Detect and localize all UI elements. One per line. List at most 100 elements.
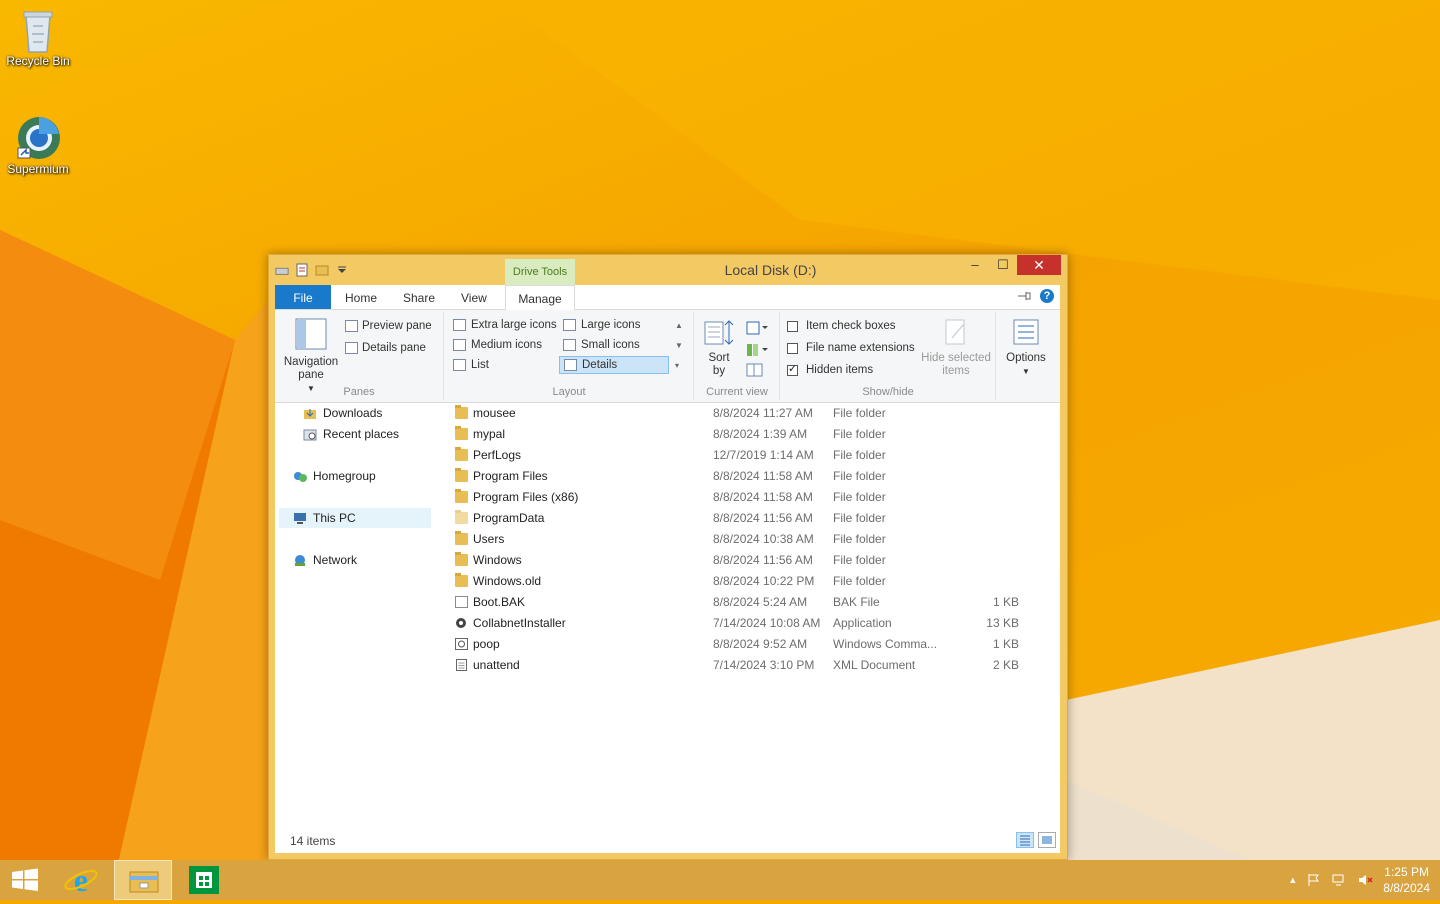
taskbar-store[interactable] (176, 860, 234, 900)
taskbar-internet-explorer[interactable]: e (52, 860, 110, 900)
tab-manage[interactable]: Manage (505, 285, 575, 310)
folder-icon (455, 510, 468, 524)
size-columns-button[interactable] (745, 362, 765, 381)
list-item[interactable]: Windows 8/8/2024 11:56 AM File folder (451, 550, 1051, 571)
list-item[interactable]: unattend 7/14/2024 3:10 PM XML Document … (451, 655, 1051, 676)
list-item[interactable]: Program Files 8/8/2024 11:58 AM File fol… (451, 466, 1051, 487)
taskbar-file-explorer[interactable] (114, 860, 172, 900)
this-pc-icon (294, 512, 306, 524)
details-view-icon (1020, 835, 1030, 846)
file-name-extensions-checkbox[interactable] (787, 342, 798, 354)
file-type: BAK File (833, 595, 880, 609)
nav-item-network[interactable]: Network (293, 550, 357, 570)
navigation-pane-button[interactable]: Navigation pane ▼ (281, 318, 341, 395)
layout-list[interactable]: List (449, 356, 559, 374)
show-hidden-icons-icon[interactable]: ▲ (1288, 875, 1297, 885)
list-item[interactable]: Program Files (x86) 8/8/2024 11:58 AM Fi… (451, 487, 1051, 508)
ribbon-controls: ? (1016, 289, 1054, 303)
file-name: Windows.old (473, 574, 542, 588)
tab-share[interactable]: Share (403, 285, 435, 309)
file-size: 1 KB (992, 637, 1019, 651)
options-icon (1013, 319, 1039, 345)
hide-selected-items-button[interactable]: Hide selected items (919, 318, 993, 378)
store-icon (189, 866, 219, 894)
layout-gallery: Extra large icons Large icons Medium ico… (449, 316, 685, 378)
list-item[interactable]: PerfLogs 12/7/2019 1:14 AM File folder (451, 445, 1051, 466)
file-type: File folder (833, 532, 886, 546)
layout-gallery-scroll[interactable]: ▲ ▼ ▾ (675, 316, 685, 376)
volume-muted-icon[interactable] (1357, 873, 1373, 887)
item-check-boxes-toggle[interactable]: Item check boxes (787, 320, 895, 332)
clock[interactable]: 1:25 PM 8/8/2024 (1383, 864, 1430, 896)
hidden-items-checkbox[interactable] (787, 362, 798, 376)
list-item[interactable]: Boot.BAK 8/8/2024 5:24 AM BAK File 1 KB (451, 592, 1051, 613)
hidden-items-toggle[interactable]: Hidden items (787, 362, 873, 376)
start-button[interactable] (0, 860, 58, 900)
file-icon (455, 596, 468, 608)
tab-view[interactable]: View (461, 285, 487, 309)
file-name: mypal (473, 427, 506, 441)
help-button[interactable]: ? (1040, 289, 1054, 303)
downloads-icon (304, 408, 316, 419)
ribbon-tabs: File Home Share View Manage ? (275, 285, 1060, 310)
minimize-button[interactable]: – (961, 255, 989, 275)
file-name-extensions-toggle[interactable]: File name extensions (787, 342, 915, 354)
details-view-button[interactable] (1016, 832, 1034, 848)
svg-text:e: e (74, 862, 88, 898)
item-check-boxes-checkbox[interactable] (787, 320, 798, 332)
file-type: File folder (833, 553, 886, 567)
pin-ribbon-icon[interactable] (1016, 290, 1032, 302)
nav-item-homegroup[interactable]: Homegroup (293, 466, 376, 486)
details-pane-button[interactable]: Details pane (345, 342, 426, 354)
folder-icon (455, 405, 468, 419)
desktop-icon-recycle-bin[interactable]: Recycle Bin (0, 6, 76, 68)
preview-pane-button[interactable]: Preview pane (345, 320, 432, 332)
file-date: 12/7/2019 1:14 AM (713, 448, 814, 462)
layout-large-icons[interactable]: Large icons (559, 316, 669, 334)
nav-item-label: Homegroup (313, 469, 376, 483)
taskbar: e ▲ 1:25 PM 8/8/2024 (0, 860, 1440, 900)
list-item[interactable]: Windows.old 8/8/2024 10:22 PM File folde… (451, 571, 1051, 592)
tab-file[interactable]: File (275, 285, 331, 309)
network-status-icon[interactable] (1331, 873, 1347, 887)
file-type: File folder (833, 427, 886, 441)
status-bar: 14 items (275, 829, 1060, 853)
list-item[interactable]: Users 8/8/2024 10:38 AM File folder (451, 529, 1051, 550)
layout-details[interactable]: Details (559, 356, 669, 374)
nav-item-recent-places[interactable]: Recent places (303, 424, 399, 444)
title-bar[interactable]: Drive Tools Local Disk (D:) – ☐ ✕ (269, 255, 1067, 285)
desktop-icon-supermium[interactable]: Supermium (0, 114, 76, 176)
command-script-icon (455, 638, 468, 650)
file-date: 7/14/2024 10:08 AM (713, 616, 821, 630)
group-by-button[interactable] (745, 320, 769, 339)
file-date: 8/8/2024 9:52 AM (713, 637, 808, 651)
start-icon (12, 868, 38, 891)
file-name: poop (473, 637, 500, 651)
layout-small-icons[interactable]: Small icons (559, 336, 669, 354)
tab-home[interactable]: Home (345, 285, 377, 309)
nav-item-downloads[interactable]: Downloads (303, 403, 382, 423)
window-title: Local Disk (D:) (724, 262, 817, 278)
list-icon (453, 359, 466, 371)
maximize-button[interactable]: ☐ (989, 255, 1017, 275)
close-button[interactable]: ✕ (1017, 255, 1061, 275)
nav-item-this-pc[interactable]: This PC (279, 508, 431, 528)
list-item[interactable]: poop 8/8/2024 9:52 AM Windows Comma... 1… (451, 634, 1051, 655)
options-button[interactable]: Options ▼ (999, 318, 1053, 378)
current-view-group-label: Current view (706, 386, 768, 398)
list-item[interactable]: ProgramData 8/8/2024 11:56 AM File folde… (451, 508, 1051, 529)
list-item[interactable]: mypal 8/8/2024 1:39 AM File folder (451, 424, 1051, 445)
add-columns-button[interactable] (745, 342, 769, 361)
list-item[interactable]: CollabnetInstaller 7/14/2024 10:08 AM Ap… (451, 613, 1051, 634)
large-icons-view-button[interactable] (1038, 832, 1056, 848)
list-item[interactable]: mousee 8/8/2024 11:27 AM File folder (451, 403, 1051, 424)
layout-extra-large-icons[interactable]: Extra large icons (449, 316, 559, 334)
layout-medium-icons[interactable]: Medium icons (449, 336, 559, 354)
action-center-flag-icon[interactable] (1307, 873, 1321, 887)
folder-icon (455, 552, 468, 566)
file-explorer-icon (129, 871, 159, 893)
sort-by-button[interactable]: Sort by (701, 318, 737, 378)
details-pane-label: Details pane (362, 342, 426, 354)
layout-option-label: Details (582, 359, 618, 371)
file-type: File folder (833, 406, 886, 420)
